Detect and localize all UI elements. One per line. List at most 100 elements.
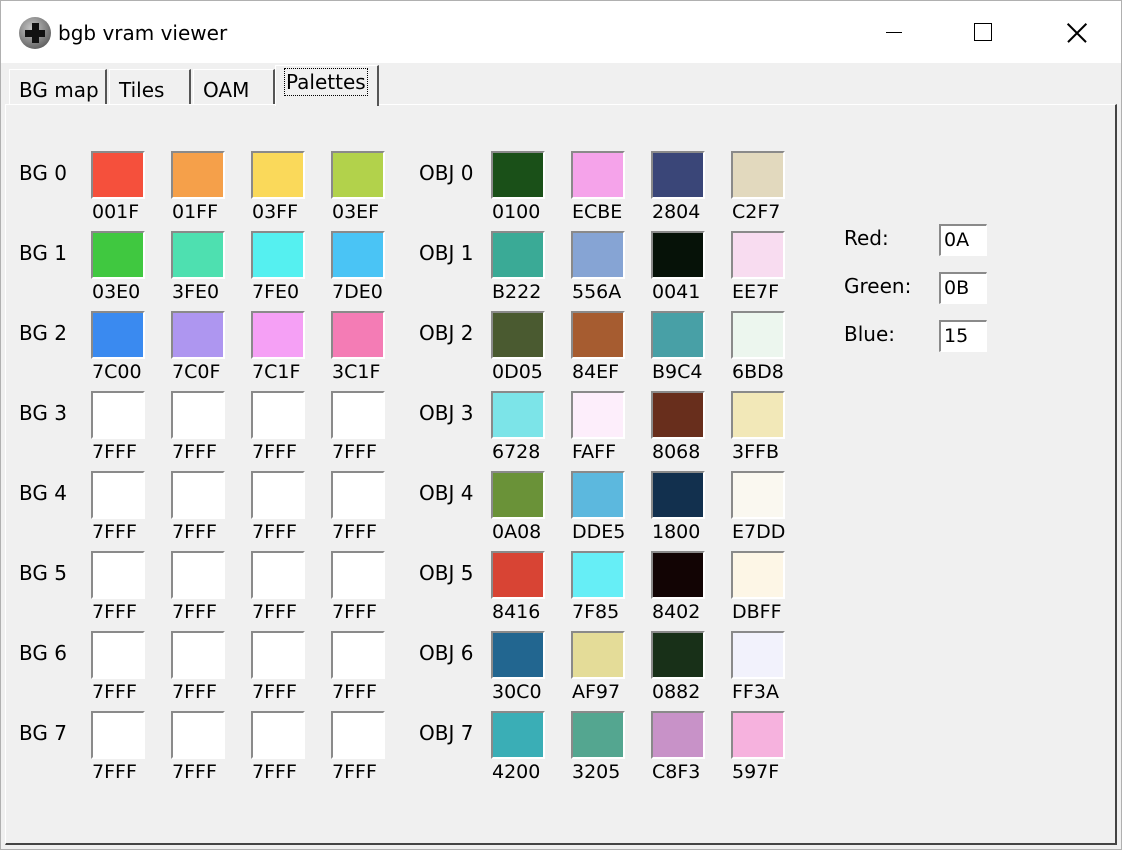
obj-palette-label: OBJ 1 [419, 241, 474, 265]
bg-color-swatch[interactable] [251, 471, 305, 519]
tab-tiles[interactable]: Tiles [109, 69, 191, 104]
obj-color-swatch[interactable] [491, 391, 545, 439]
obj-color-swatch[interactable] [731, 231, 785, 279]
blue-label: Blue: [844, 322, 895, 346]
bg-color-swatch[interactable] [251, 631, 305, 679]
obj-color-hex: E7DD [732, 521, 786, 543]
green-value-field[interactable]: 0B [939, 272, 987, 304]
title-bar[interactable]: bgb vram viewer [1, 1, 1121, 63]
bg-color-hex: 03EF [332, 201, 380, 223]
obj-color-swatch[interactable] [571, 391, 625, 439]
obj-palette-label: OBJ 7 [419, 721, 474, 745]
obj-palette-label: OBJ 3 [419, 401, 474, 425]
obj-color-swatch[interactable] [651, 711, 705, 759]
close-button[interactable] [1030, 1, 1122, 63]
bg-color-swatch[interactable] [171, 471, 225, 519]
bg-color-swatch[interactable] [251, 711, 305, 759]
bg-color-swatch[interactable] [91, 231, 145, 279]
obj-color-swatch[interactable] [491, 231, 545, 279]
obj-color-hex: EE7F [732, 281, 780, 303]
obj-color-swatch[interactable] [731, 151, 785, 199]
bg-color-swatch[interactable] [91, 391, 145, 439]
bg-color-swatch[interactable] [251, 311, 305, 359]
obj-palette-label: OBJ 2 [419, 321, 474, 345]
bg-color-swatch[interactable] [171, 551, 225, 599]
obj-color-swatch[interactable] [731, 711, 785, 759]
red-value-field[interactable]: 0A [939, 224, 987, 256]
bg-color-hex: 7FFF [92, 761, 137, 783]
obj-color-swatch[interactable] [571, 551, 625, 599]
obj-palette-label: OBJ 5 [419, 561, 474, 585]
obj-color-swatch[interactable] [651, 311, 705, 359]
obj-color-swatch[interactable] [491, 311, 545, 359]
obj-color-hex: B222 [492, 281, 542, 303]
bg-color-swatch[interactable] [251, 231, 305, 279]
obj-color-swatch[interactable] [731, 391, 785, 439]
obj-color-swatch[interactable] [731, 471, 785, 519]
tab-label: OAM [203, 78, 250, 102]
obj-color-swatch[interactable] [651, 391, 705, 439]
bg-color-hex: 7FFF [332, 761, 377, 783]
bg-color-swatch[interactable] [91, 471, 145, 519]
bg-color-swatch[interactable] [331, 231, 385, 279]
maximize-button[interactable] [938, 1, 1030, 63]
obj-color-hex: 84EF [572, 361, 620, 383]
obj-color-swatch[interactable] [491, 471, 545, 519]
bg-color-swatch[interactable] [331, 391, 385, 439]
obj-color-hex: 7F85 [572, 601, 620, 623]
bg-color-swatch[interactable] [91, 711, 145, 759]
obj-color-swatch[interactable] [571, 711, 625, 759]
tab-palettes[interactable]: Palettes [275, 65, 379, 106]
bg-color-swatch[interactable] [91, 631, 145, 679]
obj-color-hex: 8416 [492, 601, 541, 623]
bg-color-swatch[interactable] [331, 151, 385, 199]
gameboy-dpad-icon[interactable] [19, 17, 51, 49]
obj-color-hex: 30C0 [492, 681, 542, 703]
bg-color-swatch[interactable] [171, 311, 225, 359]
bg-color-swatch[interactable] [171, 631, 225, 679]
obj-color-swatch[interactable] [651, 631, 705, 679]
minimize-button[interactable] [846, 1, 938, 63]
bg-color-swatch[interactable] [331, 711, 385, 759]
blue-value-field[interactable]: 15 [939, 320, 987, 352]
obj-color-hex: AF97 [572, 681, 621, 703]
bg-color-swatch[interactable] [171, 151, 225, 199]
obj-color-swatch[interactable] [491, 711, 545, 759]
bg-color-swatch[interactable] [91, 551, 145, 599]
bg-color-swatch[interactable] [91, 311, 145, 359]
bg-color-hex: 7FFF [332, 441, 377, 463]
obj-color-swatch[interactable] [731, 311, 785, 359]
obj-color-swatch[interactable] [731, 551, 785, 599]
obj-color-hex: ECBE [572, 201, 623, 223]
obj-color-swatch[interactable] [651, 151, 705, 199]
obj-color-swatch[interactable] [731, 631, 785, 679]
tab-label: BG map [19, 78, 99, 102]
obj-color-swatch[interactable] [571, 471, 625, 519]
obj-color-swatch[interactable] [651, 231, 705, 279]
bg-color-swatch[interactable] [331, 631, 385, 679]
obj-color-swatch[interactable] [491, 551, 545, 599]
bg-color-swatch[interactable] [251, 551, 305, 599]
bg-color-swatch[interactable] [91, 151, 145, 199]
obj-color-swatch[interactable] [491, 631, 545, 679]
obj-color-swatch[interactable] [491, 151, 545, 199]
bg-color-swatch[interactable] [171, 711, 225, 759]
obj-color-swatch[interactable] [651, 471, 705, 519]
bg-color-swatch[interactable] [251, 391, 305, 439]
bg-color-hex: 7FFF [92, 441, 137, 463]
tab-bg-map[interactable]: BG map [9, 69, 107, 104]
obj-color-swatch[interactable] [571, 231, 625, 279]
bg-color-swatch[interactable] [331, 311, 385, 359]
obj-color-swatch[interactable] [571, 311, 625, 359]
tab-oam[interactable]: OAM [193, 69, 275, 104]
bg-color-swatch[interactable] [171, 231, 225, 279]
obj-color-hex: 6BD8 [732, 361, 784, 383]
obj-color-swatch[interactable] [651, 551, 705, 599]
bg-color-swatch[interactable] [251, 151, 305, 199]
bg-color-swatch[interactable] [331, 471, 385, 519]
bg-color-hex: 7FFF [172, 681, 217, 703]
obj-color-swatch[interactable] [571, 631, 625, 679]
bg-color-swatch[interactable] [331, 551, 385, 599]
bg-color-swatch[interactable] [171, 391, 225, 439]
obj-color-swatch[interactable] [571, 151, 625, 199]
